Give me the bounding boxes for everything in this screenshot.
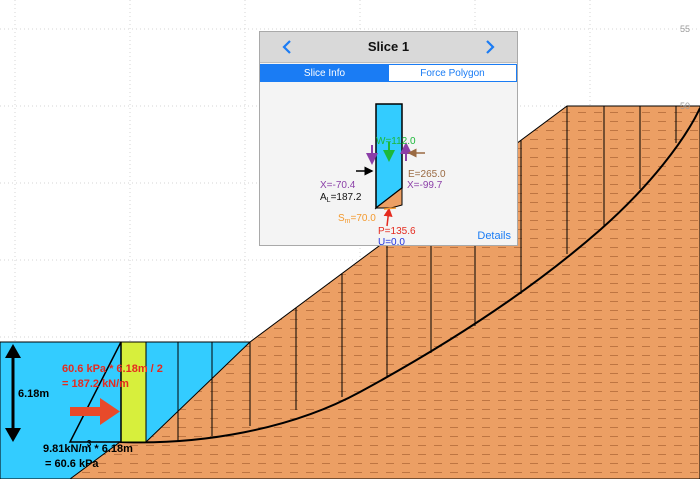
x-right-label: X=-99.7 — [407, 180, 443, 191]
highlighted-slice-1 — [120, 341, 147, 443]
sm-label: Sm=70.0 — [338, 213, 376, 225]
details-link[interactable]: Details — [477, 230, 511, 242]
chevron-right-icon — [486, 40, 495, 54]
axis-tick-50: 50 — [680, 101, 691, 111]
al-label: AL=187.2 — [320, 192, 362, 204]
tab-force-polygon[interactable]: Force Polygon — [388, 64, 517, 82]
weight-label: W=112.0 — [376, 136, 416, 147]
popup-tabs: Slice Info Force Polygon — [260, 64, 517, 84]
e-force-label: E=265.0 — [408, 169, 446, 180]
x-left-label: X=-70.4 — [320, 180, 356, 191]
unit-weight-formula-line1: 9.81kN/m3 * 6.18m — [43, 439, 133, 455]
unit-weight-formula-line2: = 60.6 kPa — [45, 458, 99, 470]
tab-slice-info[interactable]: Slice Info — [260, 64, 389, 82]
axis-tick-55: 55 — [680, 24, 691, 34]
water-height-label: 6.18m — [18, 388, 50, 400]
slice-info-popup: Slice 1 Slice Info Force Polygon W=112.0… — [259, 31, 518, 248]
pressure-formula-line2: = 187.2 kN/m — [62, 378, 129, 390]
p-label: P=135.6 — [378, 226, 416, 237]
next-slice-button[interactable] — [479, 35, 501, 59]
normal-force-arrow — [383, 207, 393, 227]
pressure-formula-line1: 60.6 kPa * 6.18m / 2 — [62, 363, 163, 375]
popup-header: Slice 1 — [260, 32, 517, 63]
shear-force-line — [383, 207, 397, 210]
u-label: U=0.0 — [378, 237, 405, 248]
